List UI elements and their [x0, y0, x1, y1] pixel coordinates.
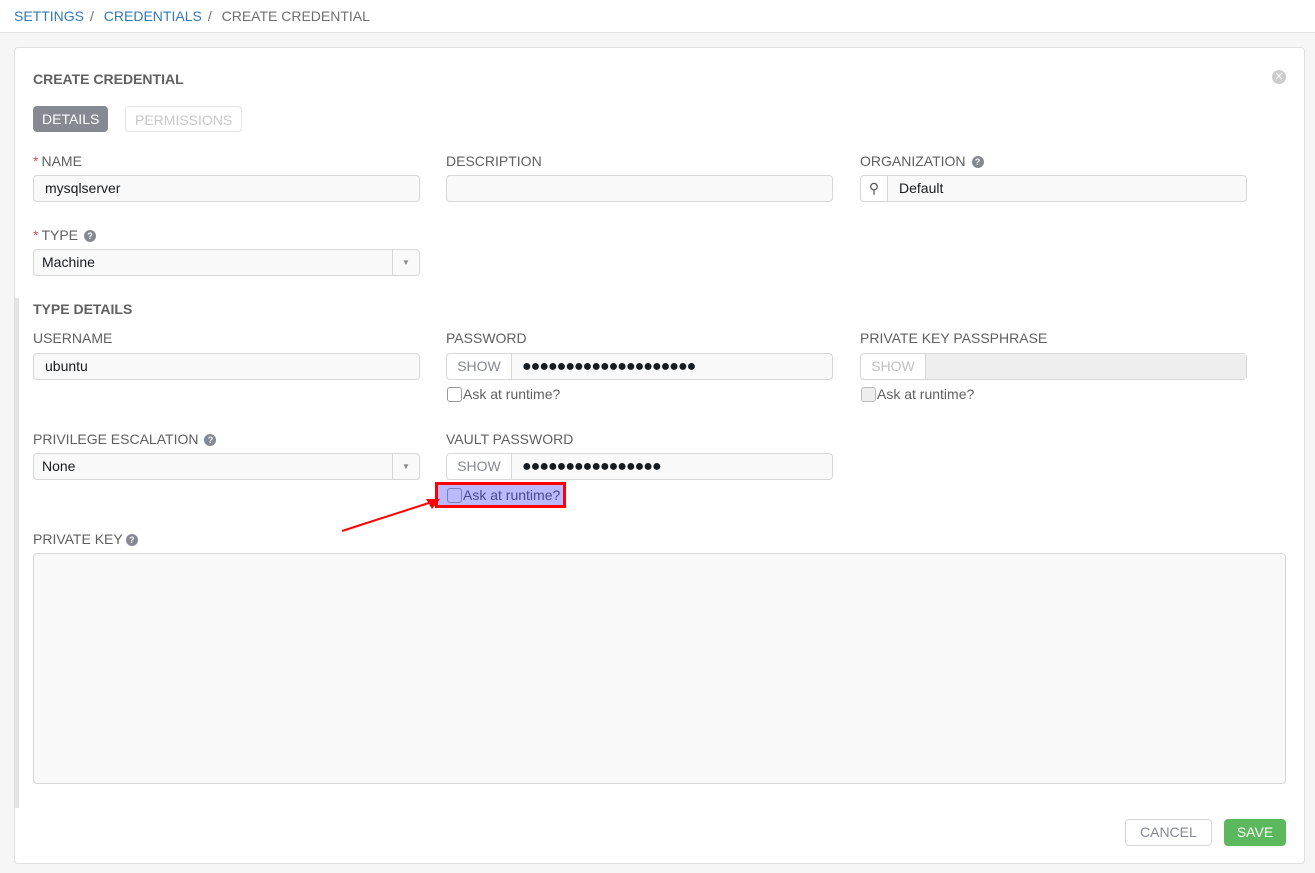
breadcrumb-separator: /	[207, 8, 212, 24]
vault-password-value: ●●●●●●●●●●●●●●●●	[522, 458, 662, 475]
type-details-heading: TYPE DETAILS	[33, 301, 133, 317]
name-input[interactable]: mysqlserver	[33, 175, 420, 202]
breadcrumb: SETTINGS / CREDENTIALS / CREATE CREDENTIAL	[0, 0, 1315, 33]
passphrase-ask-checkbox[interactable]: Ask at runtime?	[861, 386, 974, 402]
breadcrumb-settings[interactable]: SETTINGS	[14, 8, 84, 24]
organization-input[interactable]: ⚲ Default	[860, 175, 1247, 202]
vault-password-input[interactable]: SHOW ●●●●●●●●●●●●●●●●	[446, 453, 833, 480]
type-select[interactable]: Machine ▼	[33, 249, 420, 276]
checkbox-icon	[447, 386, 462, 402]
save-button[interactable]: SAVE	[1224, 819, 1286, 846]
privilege-escalation-label: PRIVILEGE ESCALATION?	[33, 431, 217, 447]
show-password-button[interactable]: SHOW	[447, 354, 512, 379]
chevron-down-icon: ▼	[392, 250, 419, 275]
section-indicator	[15, 298, 19, 808]
annotation-arrow-icon	[341, 499, 440, 532]
breadcrumb-separator: /	[90, 8, 94, 24]
close-icon[interactable]: ✕	[1272, 70, 1286, 84]
private-key-textarea[interactable]	[33, 553, 1286, 784]
passphrase-input: SHOW	[860, 353, 1247, 380]
organization-label: ORGANIZATION?	[860, 153, 984, 169]
organization-value: Default	[899, 180, 944, 196]
password-input[interactable]: SHOW ●●●●●●●●●●●●●●●●●●●●	[446, 353, 833, 380]
help-icon: ?	[125, 534, 138, 546]
panel-title: CREATE CREDENTIAL	[33, 71, 184, 87]
breadcrumb-current: CREATE CREDENTIAL	[221, 8, 370, 24]
passphrase-label: PRIVATE KEY PASSPHRASE	[860, 330, 1048, 346]
checkbox-icon	[861, 386, 876, 402]
help-icon: ?	[84, 230, 97, 242]
cancel-button[interactable]: CANCEL	[1125, 819, 1212, 846]
username-input[interactable]: ubuntu	[33, 353, 420, 380]
search-icon[interactable]: ⚲	[861, 176, 888, 201]
password-value: ●●●●●●●●●●●●●●●●●●●●	[522, 358, 696, 375]
tab-permissions[interactable]: PERMISSIONS	[125, 106, 243, 132]
show-vault-password-button[interactable]: SHOW	[447, 454, 512, 479]
password-label: PASSWORD	[446, 330, 527, 346]
description-label: DESCRIPTION	[446, 153, 542, 169]
show-passphrase-button: SHOW	[861, 354, 926, 379]
password-ask-checkbox[interactable]: Ask at runtime?	[447, 386, 560, 402]
chevron-down-icon: ▼	[392, 454, 419, 479]
username-label: USERNAME	[33, 330, 113, 346]
privilege-value: None	[42, 458, 76, 474]
help-icon: ?	[204, 434, 217, 446]
vault-password-label: VAULT PASSWORD	[446, 431, 574, 447]
checkbox-icon	[447, 487, 462, 503]
name-label: * NAME	[33, 153, 82, 169]
create-credential-panel: CREATE CREDENTIAL ✕ DETAILS PERMISSIONS …	[14, 47, 1305, 864]
breadcrumb-credentials[interactable]: CREDENTIALS	[104, 8, 202, 24]
vault-ask-checkbox[interactable]: Ask at runtime?	[434, 482, 567, 508]
description-input[interactable]	[446, 175, 833, 202]
tab-details[interactable]: DETAILS	[33, 106, 109, 132]
private-key-label: PRIVATE KEY?	[33, 531, 138, 547]
type-value: Machine	[42, 254, 95, 270]
privilege-escalation-select[interactable]: None ▼	[33, 453, 420, 480]
help-icon: ?	[971, 156, 984, 168]
type-label: * TYPE?	[33, 227, 97, 243]
